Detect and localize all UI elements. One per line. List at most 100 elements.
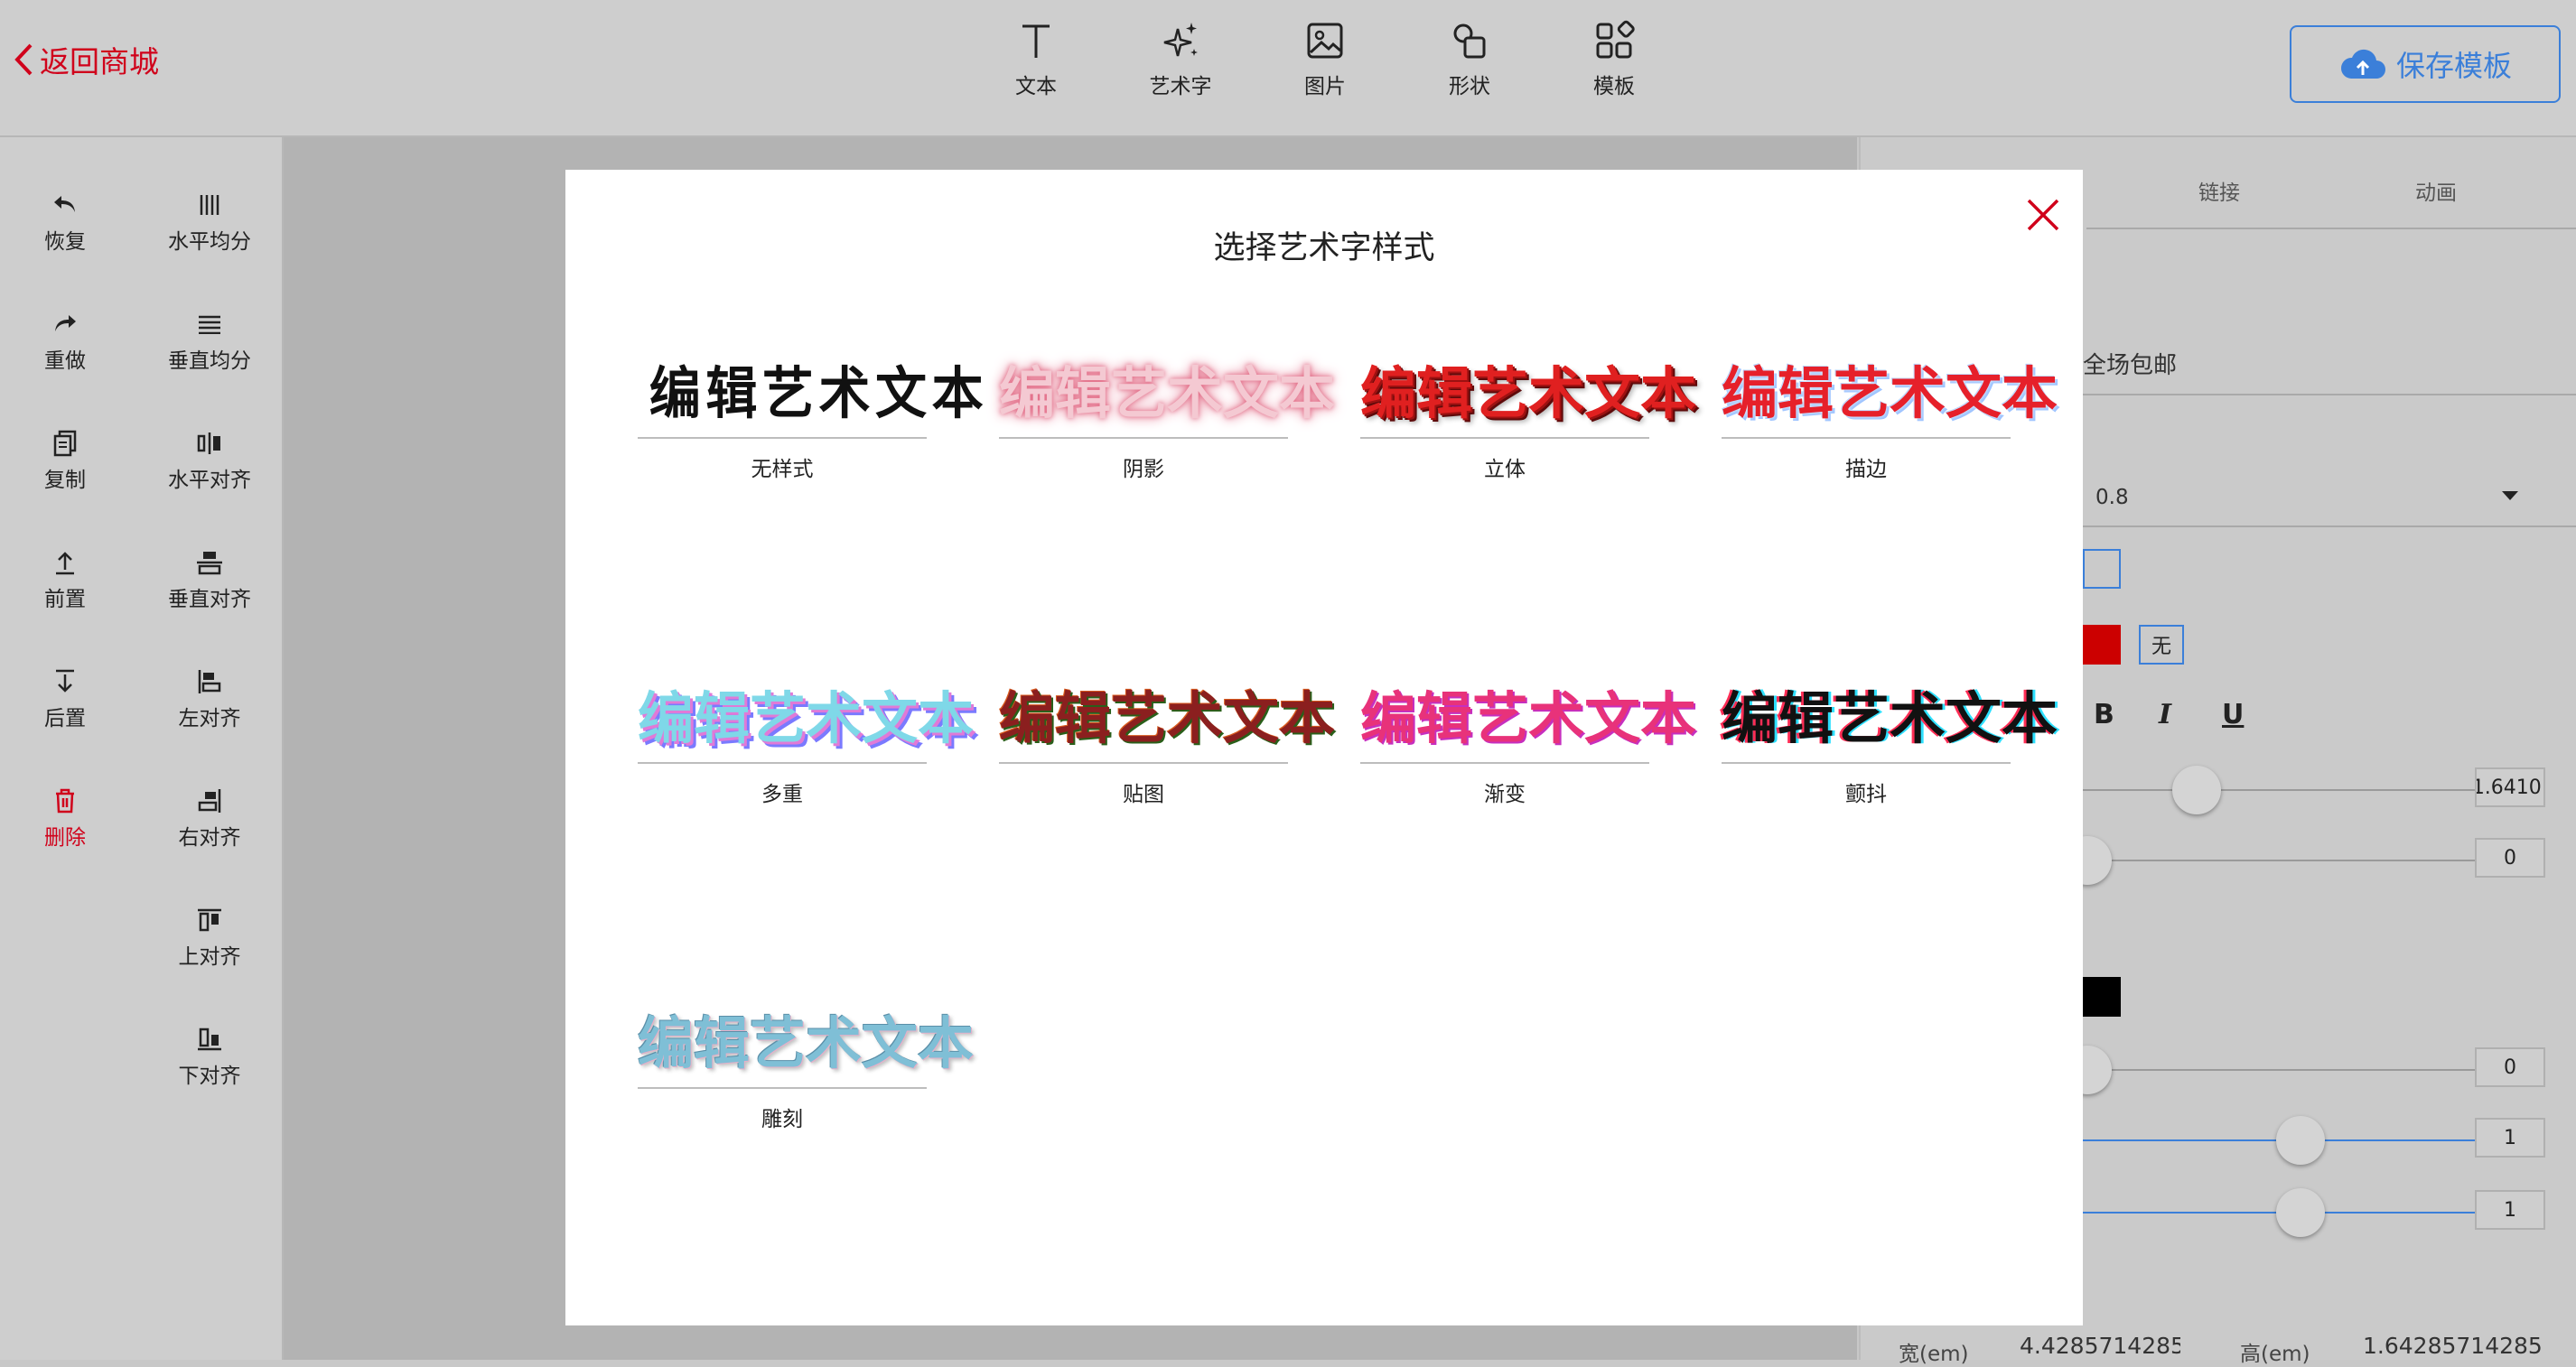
style-card-carve[interactable]: 编辑艺术文本 雕刻 — [638, 999, 974, 1134]
redo-icon — [55, 315, 76, 331]
sparkle-icon — [1163, 23, 1198, 57]
style-sample: 编辑艺术文本 — [999, 685, 1336, 751]
letter-spacing-value: 0 — [2504, 846, 2516, 869]
underline-button[interactable]: U — [2222, 699, 2244, 730]
height-label: 高(em) — [2240, 1343, 2310, 1366]
tool-template-label: 模板 — [1593, 75, 1635, 98]
v-distribute-button[interactable]: 垂直均分 — [155, 311, 264, 374]
h-align-button[interactable]: 水平对齐 — [155, 430, 264, 493]
width-value[interactable]: 4.42857142857 — [2020, 1333, 2180, 1359]
shadow-color-swatch[interactable] — [2083, 977, 2121, 1017]
style-label: 雕刻 — [761, 1108, 803, 1131]
text-content-field[interactable]: 全场包邮 — [2083, 347, 2177, 380]
top-align-button[interactable]: 上对齐 — [155, 907, 264, 970]
horizontal-bars-icon — [199, 315, 220, 334]
caret-down-icon — [2502, 491, 2518, 500]
style-label: 阴影 — [1123, 458, 1164, 481]
save-template-button[interactable]: 保存模板 — [2290, 25, 2561, 103]
text-color-swatch[interactable] — [2083, 625, 2121, 665]
style-card-stroke[interactable]: 编辑艺术文本 描边 — [1722, 349, 2058, 484]
opacity-input[interactable]: 1 — [2475, 1118, 2545, 1158]
tool-shape[interactable]: 形状 — [1397, 18, 1542, 99]
line-height-value: 0.8 — [2095, 486, 2129, 509]
left-align-button[interactable]: 左对齐 — [155, 668, 264, 731]
top-bar: 返回商城 文本 艺术字 图片 形状 模板 保存模板 — [0, 0, 2576, 137]
style-label: 立体 — [1484, 458, 1526, 481]
tool-wordart-label: 艺术字 — [1149, 75, 1212, 98]
tool-image-label: 图片 — [1304, 75, 1346, 98]
style-card-multi[interactable]: 编辑艺术文本 多重 — [638, 674, 975, 809]
bring-front-button[interactable]: 前置 — [11, 549, 119, 612]
copy-label: 复制 — [44, 469, 86, 492]
font-size-slider[interactable] — [2083, 789, 2480, 791]
tab-link[interactable]: 链接 — [2198, 175, 2240, 206]
h-align-label: 水平对齐 — [168, 469, 251, 492]
style-card-shake[interactable]: 编辑艺术文本 颤抖 — [1722, 674, 2058, 809]
height-value[interactable]: 1.64285714285 — [2363, 1333, 2571, 1359]
italic-button[interactable]: I — [2159, 699, 2171, 730]
font-size-slider-knob[interactable] — [2172, 766, 2221, 814]
no-color-button[interactable]: 无 — [2139, 625, 2184, 665]
undo-button[interactable]: 恢复 — [11, 191, 119, 255]
close-icon[interactable] — [2023, 195, 2063, 235]
redo-button[interactable]: 重做 — [11, 311, 119, 374]
bold-button[interactable]: B — [2094, 699, 2114, 730]
chevron-left-icon — [14, 43, 33, 76]
copy-icon — [53, 430, 77, 457]
style-sample: 编辑艺术文本 — [638, 685, 975, 751]
h-distribute-button[interactable]: 水平均分 — [155, 191, 264, 255]
tool-text[interactable]: 文本 — [964, 18, 1108, 99]
style-label: 描边 — [1845, 458, 1887, 481]
text-field-underline — [2083, 394, 2576, 395]
shadow-blur-slider[interactable] — [2083, 1069, 2480, 1071]
style-card-shadow[interactable]: 编辑艺术文本 阴影 — [999, 349, 1335, 484]
h-distribute-label: 水平均分 — [168, 230, 251, 254]
style-card-texture[interactable]: 编辑艺术文本 贴图 — [999, 674, 1336, 809]
scale-value: 1 — [2504, 1198, 2516, 1222]
tab-animation[interactable]: 动画 — [2415, 175, 2457, 206]
undo-icon — [54, 196, 75, 212]
opacity-slider-knob[interactable] — [2276, 1116, 2325, 1165]
bottom-align-button[interactable]: 下对齐 — [155, 1026, 264, 1089]
right-align-label: 右对齐 — [178, 826, 241, 850]
save-template-label: 保存模板 — [2395, 49, 2512, 83]
scale-input[interactable]: 1 — [2475, 1190, 2545, 1230]
arrow-down-icon — [56, 669, 74, 693]
opacity-value: 1 — [2504, 1126, 2516, 1149]
style-label: 渐变 — [1484, 783, 1526, 806]
undo-label: 恢复 — [44, 230, 86, 254]
style-card-gradient[interactable]: 编辑艺术文本 渐变 — [1360, 674, 1697, 809]
style-sample: 编辑艺术文本 — [649, 360, 989, 426]
back-to-mall-link[interactable]: 返回商城 — [13, 38, 159, 81]
style-label: 多重 — [761, 783, 803, 806]
style-card-3d[interactable]: 编辑艺术文本 立体 — [1360, 349, 1697, 484]
tool-template[interactable]: 模板 — [1542, 18, 1686, 99]
tool-wordart[interactable]: 艺术字 — [1108, 18, 1253, 99]
card-divider — [1360, 762, 1649, 764]
right-align-button[interactable]: 右对齐 — [155, 787, 264, 851]
color-input-box[interactable] — [2083, 549, 2121, 589]
style-sample: 编辑艺术文本 — [1360, 360, 1697, 426]
letter-spacing-input[interactable]: 0 — [2475, 838, 2545, 878]
card-divider — [1722, 437, 2011, 439]
copy-button[interactable]: 复制 — [11, 430, 119, 493]
style-sample: 编辑艺术文本 — [1360, 685, 1697, 751]
tool-image[interactable]: 图片 — [1253, 18, 1397, 99]
align-right-icon — [198, 789, 221, 813]
font-size-value: 1.6410: — [2475, 776, 2545, 799]
shape-icon — [1453, 23, 1486, 59]
vertical-bars-icon — [200, 195, 219, 215]
bring-front-label: 前置 — [44, 588, 86, 611]
scale-slider-knob[interactable] — [2276, 1188, 2325, 1237]
shadow-blur-input[interactable]: 0 — [2475, 1047, 2545, 1087]
letter-spacing-slider[interactable] — [2083, 860, 2480, 861]
send-back-label: 后置 — [44, 707, 86, 730]
bottom-align-label: 下对齐 — [178, 1065, 241, 1088]
font-size-input[interactable]: 1.6410: — [2475, 767, 2545, 807]
delete-button[interactable]: 删除 — [11, 787, 119, 851]
template-icon — [1596, 20, 1635, 59]
send-back-button[interactable]: 后置 — [11, 668, 119, 731]
v-align-button[interactable]: 垂直对齐 — [155, 549, 264, 612]
v-distribute-label: 垂直均分 — [168, 349, 251, 373]
style-card-none[interactable]: 编辑艺术文本 无样式 — [638, 349, 989, 484]
